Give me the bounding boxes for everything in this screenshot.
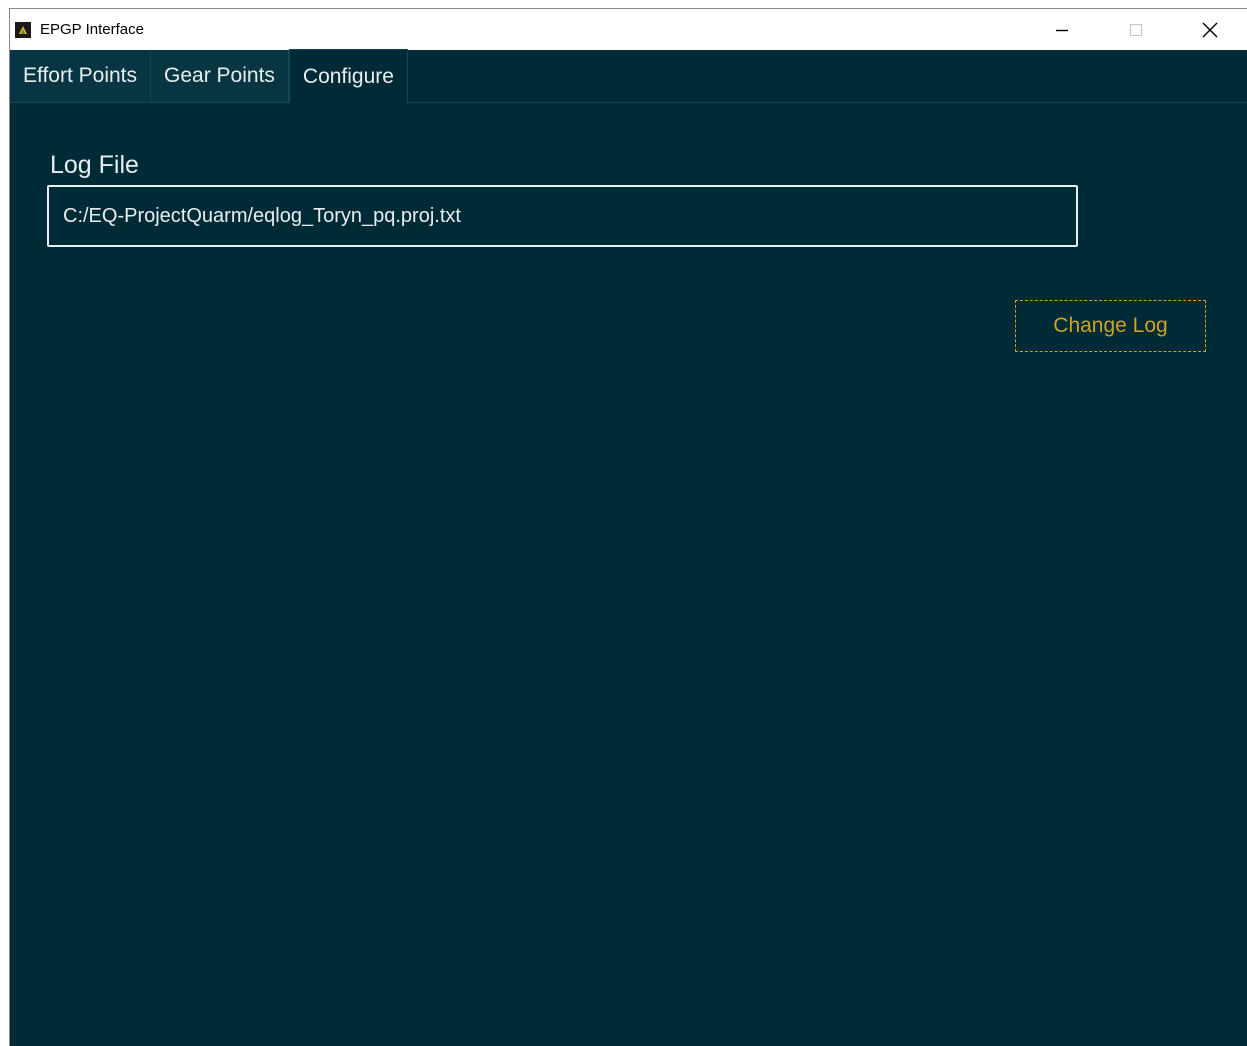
close-button[interactable] [1173,9,1247,50]
window-controls [1025,9,1247,50]
tab-bar: Effort Points Gear Points Configure [10,49,1247,103]
minimize-button[interactable] [1025,9,1099,50]
minimize-icon [1056,29,1068,31]
tab-effort-points[interactable]: Effort Points [10,50,152,102]
configure-panel: Log File C:/EQ-ProjectQuarm/eqlog_Toryn_… [10,103,1247,1046]
window-title: EPGP Interface [40,21,144,38]
app-window: EPGP Interface Effort Points Gear Points… [9,8,1247,1046]
tab-gear-points[interactable]: Gear Points [151,50,289,102]
change-log-button[interactable]: Change Log [1015,300,1206,352]
maximize-button[interactable] [1099,9,1173,50]
app-logo-icon [15,21,31,38]
log-file-label: Log File [50,151,139,179]
title-bar[interactable]: EPGP Interface [10,9,1247,50]
maximize-icon [1129,23,1143,36]
close-icon [1202,22,1218,37]
log-path-field[interactable]: C:/EQ-ProjectQuarm/eqlog_Toryn_pq.proj.t… [47,185,1078,247]
tab-configure[interactable]: Configure [288,49,408,103]
